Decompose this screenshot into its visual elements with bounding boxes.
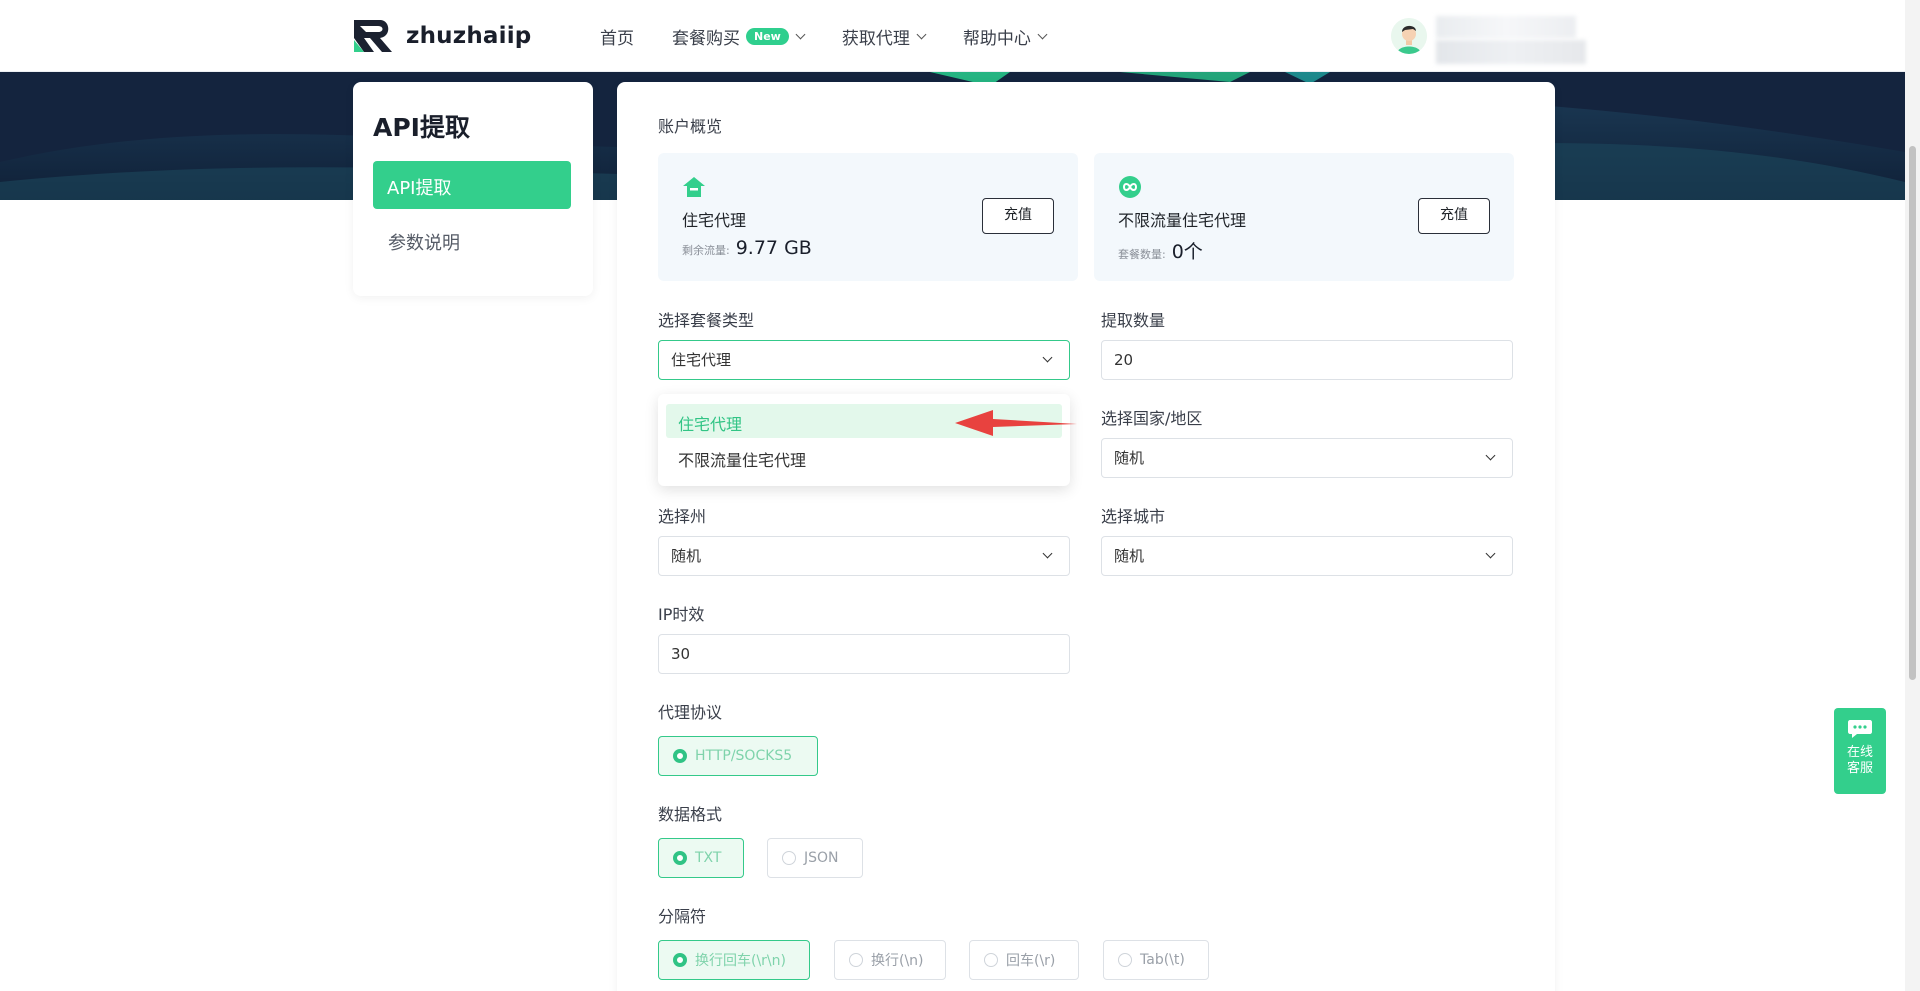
country-label: 选择国家/地区 (1101, 409, 1203, 428)
format-option-txt[interactable]: TXT (658, 838, 744, 878)
chevron-down-icon (916, 29, 927, 40)
remaining-traffic-value: 9.77 GB (735, 237, 812, 259)
package-count-label: 套餐数量: (1118, 248, 1166, 261)
quantity-input[interactable]: 20 (1101, 340, 1513, 380)
protocol-label: 代理协议 (658, 703, 723, 722)
logo-text: zhuzhaiip (406, 23, 532, 49)
radio-dot (1118, 953, 1132, 967)
package-type-label: 选择套餐类型 (658, 311, 755, 330)
radio-dot (673, 851, 687, 865)
protocol-option-label: HTTP/SOCKS5 (695, 748, 793, 764)
account-card-name: 不限流量住宅代理 (1118, 211, 1247, 230)
package-count-value: 0个 (1171, 241, 1203, 263)
online-support-button[interactable]: 在线 客服 (1834, 708, 1886, 794)
separator-option-cr[interactable]: 回车(\r) (969, 940, 1079, 980)
scrollbar-thumb[interactable] (1909, 146, 1916, 680)
recharge-button[interactable]: 充值 (982, 198, 1054, 234)
ip-duration-value: 30 (671, 645, 691, 663)
state-value: 随机 (671, 547, 702, 565)
separator-option-label: 换行(\n) (871, 953, 924, 969)
radio-dot (673, 953, 687, 967)
package-type-select[interactable]: 住宅代理 (658, 340, 1070, 380)
account-card-unlimited: 不限流量住宅代理 套餐数量: 0个 充值 (1094, 153, 1514, 281)
chevron-down-icon (1485, 548, 1496, 559)
format-label: 数据格式 (658, 805, 723, 824)
nav-help[interactable]: 帮助中心 (962, 24, 1048, 49)
country-select[interactable]: 随机 (1101, 438, 1513, 478)
separator-label: 分隔符 (658, 907, 707, 926)
format-option-json[interactable]: JSON (767, 838, 863, 878)
overview-title: 账户概览 (658, 117, 723, 136)
chevron-down-icon (1042, 548, 1053, 559)
remaining-traffic-label: 剩余流量: (682, 244, 730, 257)
nav-packages-label: 套餐购买 (672, 29, 740, 49)
account-card-residential: 住宅代理 剩余流量: 9.77 GB 充值 (658, 153, 1078, 281)
radio-dot (849, 953, 863, 967)
sidebar-item-param-docs[interactable]: 参数说明 (388, 229, 460, 255)
account-card-detail: 剩余流量: 9.77 GB (682, 237, 812, 259)
separator-option-tab[interactable]: Tab(\t) (1103, 940, 1209, 980)
radio-dot (673, 749, 687, 763)
city-value: 随机 (1114, 547, 1145, 565)
nav-home-label: 首页 (600, 29, 634, 49)
city-label: 选择城市 (1101, 507, 1166, 526)
new-badge: New (746, 28, 789, 45)
chevron-down-icon (795, 29, 806, 40)
ip-duration-input[interactable]: 30 (658, 634, 1070, 674)
chat-label-line1: 在线 (1846, 745, 1873, 760)
logo-icon (354, 20, 392, 52)
account-card-detail: 套餐数量: 0个 (1118, 237, 1203, 264)
chevron-down-icon (1042, 352, 1053, 363)
account-info-redacted (1436, 40, 1586, 64)
chevron-down-icon (1485, 450, 1496, 461)
state-select[interactable]: 随机 (658, 536, 1070, 576)
separator-option-label: 换行回车(\r\n) (695, 953, 786, 969)
ip-duration-label: IP时效 (658, 605, 705, 624)
separator-option-label: 回车(\r) (1006, 953, 1056, 969)
sidebar-item-api-extract[interactable]: API提取 (373, 161, 571, 209)
radio-dot (782, 851, 796, 865)
sidebar-card: API提取 API提取 参数说明 (353, 82, 593, 296)
home-icon (683, 177, 705, 197)
recharge-button[interactable]: 充值 (1418, 198, 1490, 234)
top-navbar: zhuzhaiip 首页 套餐购买 New 获取代理 帮助中心 (0, 0, 1905, 72)
nav-get-proxy[interactable]: 获取代理 (841, 24, 927, 49)
quantity-label: 提取数量 (1101, 311, 1166, 330)
username-redacted (1436, 16, 1576, 38)
page: zhuzhaiip 首页 套餐购买 New 获取代理 帮助中心 API提取 AP… (0, 0, 1920, 991)
main-card: 账户概览 住宅代理 剩余流量: 9.77 GB 充值 不限流量住宅代理 套餐数量… (617, 82, 1555, 991)
avatar-icon (1391, 18, 1427, 54)
format-option-label: TXT (695, 850, 722, 866)
chat-label-line2: 客服 (1846, 761, 1873, 776)
avatar[interactable] (1391, 18, 1427, 54)
separator-option-crlf[interactable]: 换行回车(\r\n) (658, 940, 810, 980)
format-option-label: JSON (804, 850, 839, 866)
sidebar-title: API提取 (373, 113, 470, 142)
account-card-name: 住宅代理 (682, 211, 747, 230)
separator-option-label: Tab(\t) (1140, 952, 1185, 968)
city-select[interactable]: 随机 (1101, 536, 1513, 576)
annotation-arrow-icon (955, 410, 1077, 436)
dropdown-option-unlimited[interactable]: 不限流量住宅代理 (678, 447, 806, 471)
chat-bubble-icon (1848, 720, 1872, 738)
separator-option-lf[interactable]: 换行(\n) (834, 940, 946, 980)
infinity-icon (1119, 176, 1141, 198)
main-nav: 首页 套餐购买 New 获取代理 帮助中心 (600, 24, 1048, 49)
nav-packages[interactable]: 套餐购买 New (672, 24, 806, 49)
nav-help-label: 帮助中心 (962, 29, 1031, 49)
country-value: 随机 (1114, 449, 1145, 467)
nav-get-proxy-label: 获取代理 (841, 29, 910, 49)
state-label: 选择州 (658, 507, 707, 526)
package-type-value: 住宅代理 (671, 351, 732, 369)
nav-home[interactable]: 首页 (600, 24, 634, 49)
protocol-option-http-socks5[interactable]: HTTP/SOCKS5 (658, 736, 818, 776)
radio-dot (984, 953, 998, 967)
chevron-down-icon (1037, 29, 1048, 40)
quantity-value: 20 (1114, 351, 1134, 369)
logo[interactable]: zhuzhaiip (352, 18, 531, 54)
